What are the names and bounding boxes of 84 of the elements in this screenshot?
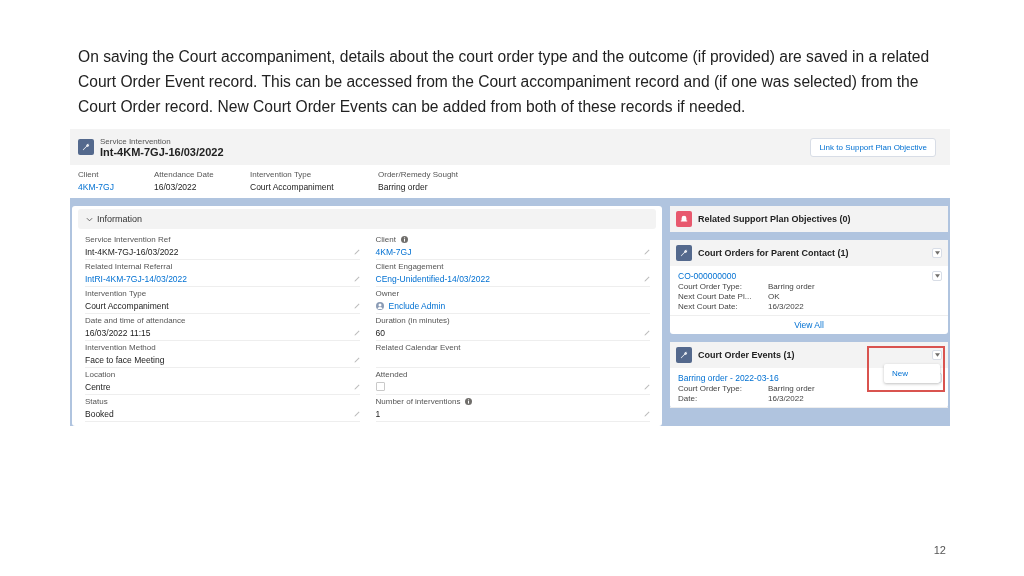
avatar-icon [375,301,384,310]
highlight-label: Attendance Date [154,170,215,179]
pencil-icon[interactable] [353,356,360,363]
highlight-label: Client [78,170,100,179]
field-label: Intervention Method [85,343,156,352]
pencil-icon[interactable] [644,329,650,336]
checkbox[interactable] [375,382,385,391]
highlight-label: Intervention Type [250,170,313,179]
pencil-icon[interactable] [353,410,360,417]
field-value: Court Accompaniment [85,300,169,311]
panel-title: Related Support Plan Objectives (0) [698,214,852,224]
field-link[interactable]: Enclude Admin [388,300,446,311]
link-objective-button[interactable]: Link to Support Plan Objective [810,137,936,157]
field-value: 16/03/2022 11:15 [85,327,151,338]
field-label: Owner [375,289,400,298]
highlight-value: Court Accompaniment [250,182,335,192]
field-label: Date and time of attendance [85,316,186,325]
wrench-icon [82,143,90,151]
menu-button[interactable] [932,271,942,281]
highlight-value: 16/03/2022 [154,182,198,192]
field-label: Related Internal Referral [85,262,173,271]
field-value: Booked [85,408,114,419]
field-value: Face to face Meeting [85,354,165,365]
field-label: Client Engagement [375,262,444,271]
menu-item[interactable]: New [884,367,916,380]
pencil-icon[interactable] [353,383,360,390]
pencil-icon[interactable] [353,329,360,336]
wrench-icon [680,249,688,257]
field-value: 60 [375,327,385,338]
pencil-icon[interactable] [644,248,650,255]
highlight-value: Barring order [378,182,429,192]
pencil-icon[interactable] [644,410,650,417]
record-field-label: Next Court Date Pl... [678,292,753,301]
object-label: Service Intervention [100,136,172,146]
section-header[interactable]: Information [78,209,656,229]
record-field-label: Court Order Type: [678,282,743,291]
pencil-icon[interactable] [353,248,360,255]
highlight-link[interactable]: 4KM-7GJ [78,182,154,192]
pencil-icon[interactable] [644,275,650,282]
field-value: Centre [85,381,111,392]
field-label: Number of interventions [375,397,461,406]
record-field-label: Court Order Type: [678,384,743,393]
record-field-label: Next Court Date: [678,302,739,311]
record-field-value: 16/3/2022 [768,394,804,403]
bell-icon [680,215,688,223]
field-link[interactable]: 4KM-7GJ [375,246,412,257]
info-icon [400,236,408,243]
wrench-icon [680,351,688,359]
field-label: Related Calendar Event [375,343,461,352]
record-field-value: Barring order [768,384,815,393]
caret-icon [934,353,940,357]
caret-icon [934,251,940,255]
field-label: Status [85,397,108,406]
record-field-value: 16/3/2022 [768,302,804,311]
menu-button[interactable] [932,350,942,360]
record-link[interactable]: CO-000000000 [678,271,737,281]
field-value: 1 [375,408,381,419]
record-title: Int-4KM-7GJ-16/03/2022 [100,145,225,158]
field-label: Duration (in minutes) [375,316,450,325]
pencil-icon[interactable] [353,275,360,282]
record-field-value: OK [768,292,780,301]
slide-number: 12 [933,544,946,556]
menu-button[interactable] [932,248,942,258]
record-link[interactable]: Barring order - 2022-03-16 [678,373,779,383]
field-label: Client [375,235,396,244]
view-all-link[interactable]: View All [670,316,948,334]
field-link[interactable]: IntRI-4KM-7GJ-14/03/2022 [85,273,188,284]
caret-icon [934,274,940,278]
record-field-label: Date: [678,394,699,403]
highlight-label: Order/Remedy Sought [378,170,460,179]
field-label: Service Intervention Ref [85,235,171,244]
field-label: Intervention Type [85,289,147,298]
chevron-icon [86,216,93,222]
panel-title: Court Orders for Parent Contact (1) [698,248,850,258]
field-label: Attended [375,370,408,379]
field-label: Location [85,370,116,379]
field-value: Int-4KM-7GJ-16/03/2022 [85,246,179,257]
record-field-value: Barring order [768,282,815,291]
panel-title: Court Order Events (1) [698,350,796,360]
field-link[interactable]: CEng-Unidentified-14/03/2022 [375,273,490,284]
slide-caption: On saving the Court accompaniment, details about the court order type and the outcome (if provided) are saved in a related Court Order Event record. This can be accessed from the Court accompaniment record and (if one was selected) from the Court Order record. New Court Order Events can be added from both of these records if needed. [78,47,931,117]
pencil-icon[interactable] [353,302,360,309]
info-icon [465,398,473,405]
pencil-icon[interactable] [644,383,650,390]
